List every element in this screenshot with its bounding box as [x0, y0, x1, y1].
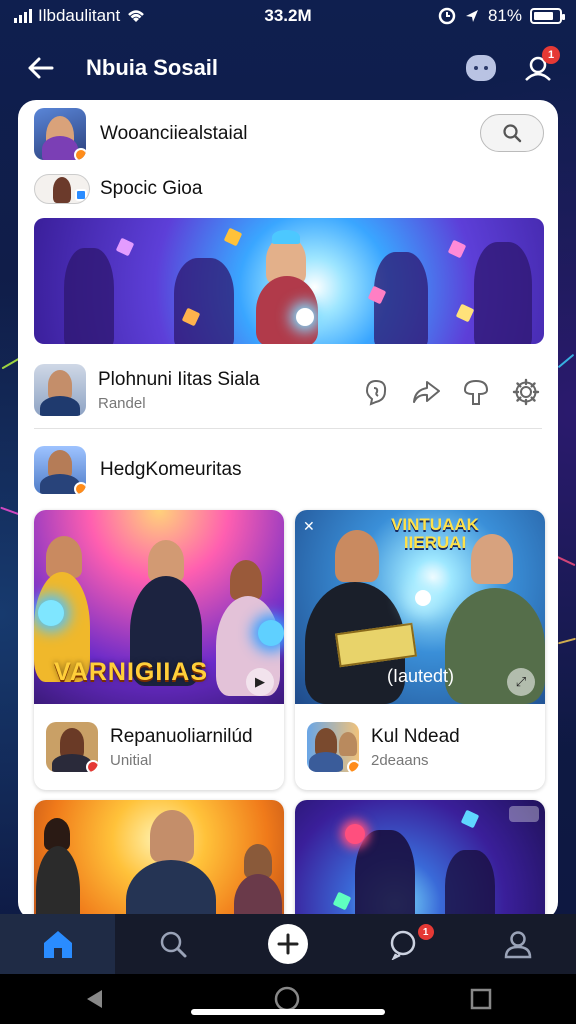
home-gesture-bar[interactable]	[191, 1009, 385, 1015]
chat-bubble-icon	[390, 930, 416, 960]
save-button[interactable]	[458, 374, 494, 410]
nav-search[interactable]	[115, 914, 230, 974]
profile-row[interactable]: Wooanciiealstaial	[34, 108, 248, 160]
status-bar: Ilbdaulitant 33.2M 81%	[0, 0, 576, 32]
tile-info: Repanuoliarnilúd Unitial	[34, 704, 284, 790]
tile-author-name: Kul Ndead	[371, 725, 460, 747]
nav-notifications[interactable]: 1	[346, 914, 461, 974]
tile-meta: Unitial	[110, 751, 152, 769]
nav-profile[interactable]	[461, 914, 576, 974]
tile-author-avatar[interactable]	[46, 722, 98, 772]
battery-percent: 81%	[487, 6, 522, 25]
search-button[interactable]	[480, 114, 544, 152]
bottom-nav: 1	[0, 914, 576, 974]
profile-name: Wooanciiealstaial	[100, 123, 248, 144]
tile-author-name: Repanuoliarnilúd	[110, 725, 253, 747]
battery-level	[534, 12, 553, 20]
search-icon	[503, 124, 522, 143]
community-row[interactable]: HedgKomeuritas	[34, 446, 242, 494]
video-tile[interactable]	[295, 800, 545, 920]
post-actions	[358, 374, 544, 410]
section-divider	[34, 428, 542, 429]
back-triangle-icon[interactable]	[84, 988, 104, 1010]
fullscreen-button[interactable]: ⤢	[507, 668, 535, 696]
video-tile[interactable]: VARNIGIIAS ▶ Repanuoliarnilúd Unitial	[34, 510, 284, 790]
post-author-avatar[interactable]	[34, 364, 86, 416]
decor-streak	[556, 555, 576, 567]
recents-square-icon[interactable]	[470, 988, 492, 1010]
alarm-icon	[438, 7, 456, 25]
plus-icon	[277, 933, 299, 955]
pin-icon	[463, 379, 489, 405]
video-overlay-title: VINTUAAK IIERUAI	[391, 515, 479, 552]
story-row[interactable]: Spocic Gioa	[34, 174, 202, 204]
post-author-row[interactable]: Plohnuni Iitas Siala Randel	[34, 364, 260, 416]
decor-streak	[557, 353, 575, 369]
play-button[interactable]: ▶	[246, 668, 274, 696]
wifi-icon	[128, 10, 145, 22]
search-icon	[160, 931, 187, 958]
community-avatar[interactable]	[34, 446, 86, 494]
settings-button[interactable]	[508, 374, 544, 410]
tile-info: Kul Ndead 2deaans	[295, 704, 545, 790]
gear-icon	[512, 378, 540, 406]
video-overlay-subtitle: (Iautedt)	[387, 666, 455, 686]
post-subtitle: Randel	[98, 394, 146, 412]
signal-icon	[14, 9, 32, 23]
tile-meta: 2deaans	[371, 751, 429, 769]
video-thumbnail	[295, 800, 545, 920]
messenger-button[interactable]	[466, 55, 496, 81]
decor-streak	[0, 506, 20, 516]
app-header: Nbuia Sosail 1	[0, 40, 576, 96]
notifications-button[interactable]: 1	[522, 46, 560, 84]
page-title: Nbuia Sosail	[86, 55, 219, 80]
video-tile[interactable]: ✕ VINTUAAK IIERUAI (Iautedt) ⤢ Kul Ndead…	[295, 510, 545, 790]
hd-badge	[509, 806, 539, 822]
close-icon: ✕	[303, 518, 315, 534]
share-icon	[413, 381, 440, 403]
video-thumbnail	[34, 800, 284, 920]
back-button[interactable]	[20, 48, 60, 88]
community-label: HedgKomeuritas	[100, 459, 242, 480]
share-button[interactable]	[408, 374, 444, 410]
battery-icon	[530, 8, 565, 24]
create-button[interactable]	[268, 924, 308, 964]
decor-streak	[558, 637, 576, 645]
story-label: Spocic Gioa	[100, 178, 203, 199]
story-avatar[interactable]	[34, 174, 90, 204]
featured-banner-image[interactable]	[34, 218, 544, 344]
notification-badge: 1	[542, 46, 560, 64]
post-author-name: Plohnuni Iitas Siala	[98, 368, 260, 390]
system-nav-bar	[0, 974, 576, 1024]
location-icon	[465, 10, 478, 22]
profile-avatar[interactable]	[34, 108, 86, 160]
video-overlay-title: VARNIGIIAS	[54, 658, 208, 686]
nav-home[interactable]	[0, 914, 116, 974]
tile-author-avatar[interactable]	[307, 722, 359, 772]
carrier-name: Ilbdaulitant	[38, 6, 121, 25]
video-tile[interactable]	[34, 800, 284, 920]
nav-notification-badge: 1	[417, 924, 434, 940]
nav-create[interactable]	[230, 914, 345, 974]
comment-button[interactable]	[358, 374, 394, 410]
comment-icon	[365, 379, 387, 406]
home-icon	[43, 931, 72, 958]
arrow-left-icon	[28, 57, 54, 79]
feed-card: Wooanciiealstaial Spocic Gioa Plohnuni I…	[18, 100, 558, 920]
user-icon	[505, 931, 532, 959]
